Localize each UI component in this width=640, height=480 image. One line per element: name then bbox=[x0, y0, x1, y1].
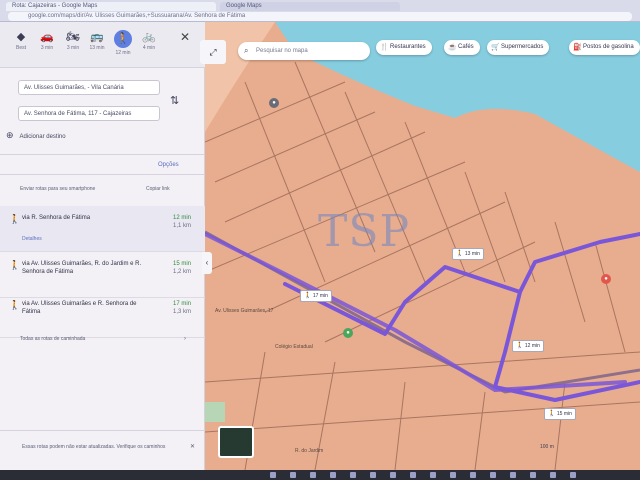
bus-icon: 🚌 bbox=[90, 31, 104, 43]
app-icon[interactable] bbox=[410, 472, 416, 478]
directions-icon[interactable]: ⤢ bbox=[200, 40, 226, 64]
motorcycle-icon: 🏍 bbox=[66, 31, 80, 43]
layers-thumbnail[interactable] bbox=[218, 426, 254, 458]
all-routes-link[interactable]: Todas as rotas de caminhada › bbox=[20, 336, 186, 342]
browser-chrome: Rota: Cajazeiras - Google Maps Google Ma… bbox=[0, 0, 640, 22]
app-icon[interactable] bbox=[450, 472, 456, 478]
route-details-link[interactable]: Detalhes bbox=[22, 236, 42, 242]
divider bbox=[0, 430, 205, 431]
chip-cafes[interactable]: ☕ Cafés bbox=[444, 40, 480, 55]
route-name: via Av. Ulisses Guimarães, R. do Jardim … bbox=[22, 261, 142, 275]
mode-bus[interactable]: 🚌 13 min bbox=[86, 30, 108, 60]
app-icon[interactable] bbox=[490, 472, 496, 478]
watermark-logo: TSP bbox=[318, 206, 411, 257]
walk-icon: 🚶 bbox=[516, 343, 524, 349]
screen: Rota: Cajazeiras - Google Maps Google Ma… bbox=[0, 0, 640, 480]
origin-field[interactable]: Av. Ulisses Guimarães, - Vila Canária bbox=[18, 80, 160, 95]
route-time-badge[interactable]: 🚶 13 min bbox=[452, 248, 484, 260]
cart-icon: 🛒 bbox=[491, 44, 500, 51]
route-time: 12 min 1,1 km bbox=[172, 215, 191, 229]
mode-walk[interactable]: 🚶 12 min bbox=[112, 30, 134, 60]
walk-icon: 🚶 bbox=[9, 214, 21, 224]
mode-best[interactable]: ◆ Best bbox=[10, 30, 32, 60]
app-icon[interactable] bbox=[290, 472, 296, 478]
map-label: R. do Jardim bbox=[295, 448, 324, 454]
app-icon[interactable] bbox=[510, 472, 516, 478]
app-icon[interactable] bbox=[530, 472, 536, 478]
mode-car[interactable]: 🚗 3 min bbox=[36, 30, 58, 60]
walk-icon: 🚶 bbox=[114, 30, 132, 48]
divider bbox=[0, 154, 205, 155]
directions-panel: ◆ Best 🚗 3 min 🏍 3 min 🚌 13 min 🚶 12 min… bbox=[0, 22, 205, 470]
app-icon[interactable] bbox=[470, 472, 476, 478]
route-time-badge[interactable]: 🚶 17 min bbox=[300, 290, 332, 302]
destination-pin-icon[interactable]: ● bbox=[601, 274, 611, 284]
app-icon[interactable] bbox=[550, 472, 556, 478]
mode-bicycle[interactable]: 🚲 4 min bbox=[138, 30, 160, 60]
chip-supermarkets[interactable]: 🛒 Supermercados bbox=[487, 40, 550, 55]
walk-icon: 🚶 bbox=[9, 260, 21, 270]
options-button[interactable]: Opções bbox=[158, 162, 179, 168]
warning-note: Essas rotas podem não estar atualizadas.… bbox=[22, 444, 196, 450]
chip-restaurants[interactable]: 🍴 Restaurantes bbox=[376, 40, 432, 55]
add-destination-button[interactable]: ⊕ Adicionar destino bbox=[6, 130, 66, 141]
app-icon[interactable] bbox=[390, 472, 396, 478]
destination-field[interactable]: Av. Senhora de Fátima, 117 - Cajazeiras bbox=[18, 106, 160, 121]
walk-icon: 🚶 bbox=[456, 251, 464, 257]
address-bar[interactable]: google.com/maps/dir/Av. Ulisses Guimarãe… bbox=[8, 12, 632, 21]
app-icon[interactable] bbox=[330, 472, 336, 478]
app-icon[interactable] bbox=[310, 472, 316, 478]
app-icon[interactable] bbox=[570, 472, 576, 478]
app-icon[interactable] bbox=[430, 472, 436, 478]
map-search-input[interactable]: ⌕ Pesquisar no mapa bbox=[238, 42, 370, 60]
chip-gas-stations[interactable]: ⛽ Postos de gasolina bbox=[569, 40, 640, 55]
copy-link-button[interactable]: Copiar link bbox=[146, 186, 170, 193]
route-time-badge[interactable]: 🚶 12 min bbox=[512, 340, 544, 352]
app-icon[interactable] bbox=[370, 472, 376, 478]
swap-icon[interactable]: ⇅ bbox=[170, 94, 179, 107]
add-icon: ⊕ bbox=[6, 130, 14, 140]
search-icon: ⌕ bbox=[244, 46, 249, 55]
close-icon[interactable]: ✕ bbox=[180, 30, 190, 44]
walk-icon: 🚶 bbox=[304, 293, 312, 299]
route-time-badge[interactable]: 🚶 15 min bbox=[544, 408, 576, 420]
map-graphic bbox=[205, 22, 640, 470]
browser-tab[interactable]: Rota: Cajazeiras - Google Maps bbox=[6, 2, 216, 11]
app-icon[interactable] bbox=[350, 472, 356, 478]
route-option[interactable]: 🚶 via R. Senhora de Fátima 12 min 1,1 km … bbox=[0, 206, 205, 252]
walk-icon: 🚶 bbox=[9, 300, 21, 310]
app-icon[interactable] bbox=[270, 472, 276, 478]
collapse-panel-icon[interactable]: ‹ bbox=[202, 252, 212, 274]
close-icon[interactable]: ✕ bbox=[190, 444, 195, 451]
route-time: 15 min 1,2 km bbox=[172, 261, 191, 275]
route-name: via R. Senhora de Fátima bbox=[22, 215, 91, 221]
park-area bbox=[205, 402, 225, 422]
map-canvas[interactable]: ● ● ● Av. Ulisses Guimarães, 17 Colégio … bbox=[205, 22, 640, 470]
route-option[interactable]: 🚶 via Av. Ulisses Guimarães e R. Senhora… bbox=[0, 292, 205, 338]
bicycle-icon: 🚲 bbox=[142, 31, 156, 43]
map-label: Colégio Estadual bbox=[275, 344, 313, 350]
route-time: 17 min 1,3 km bbox=[172, 301, 191, 315]
travel-mode-bar: ◆ Best 🚗 3 min 🏍 3 min 🚌 13 min 🚶 12 min… bbox=[0, 22, 205, 68]
browser-tab[interactable]: Google Maps bbox=[220, 2, 400, 11]
restaurant-icon: 🍴 bbox=[380, 44, 389, 51]
diamond-icon: ◆ bbox=[16, 31, 26, 43]
walk-icon: 🚶 bbox=[548, 411, 556, 417]
car-icon: 🚗 bbox=[40, 31, 54, 43]
place-pin-icon[interactable]: ● bbox=[269, 98, 279, 108]
divider bbox=[0, 174, 205, 175]
mode-motorcycle[interactable]: 🏍 3 min bbox=[62, 30, 84, 60]
map-label: Av. Ulisses Guimarães, 17 bbox=[215, 308, 274, 314]
school-pin-icon[interactable]: ● bbox=[343, 328, 353, 338]
taskbar bbox=[0, 470, 640, 480]
route-name: via Av. Ulisses Guimarães e R. Senhora d… bbox=[22, 301, 137, 315]
chevron-right-icon: › bbox=[184, 336, 186, 342]
send-to-phone-link[interactable]: Enviar rotas para seu smartphone bbox=[20, 186, 120, 193]
coffee-icon: ☕ bbox=[448, 44, 457, 51]
pump-icon: ⛽ bbox=[573, 44, 582, 51]
map-scale: 100 m bbox=[540, 444, 554, 450]
